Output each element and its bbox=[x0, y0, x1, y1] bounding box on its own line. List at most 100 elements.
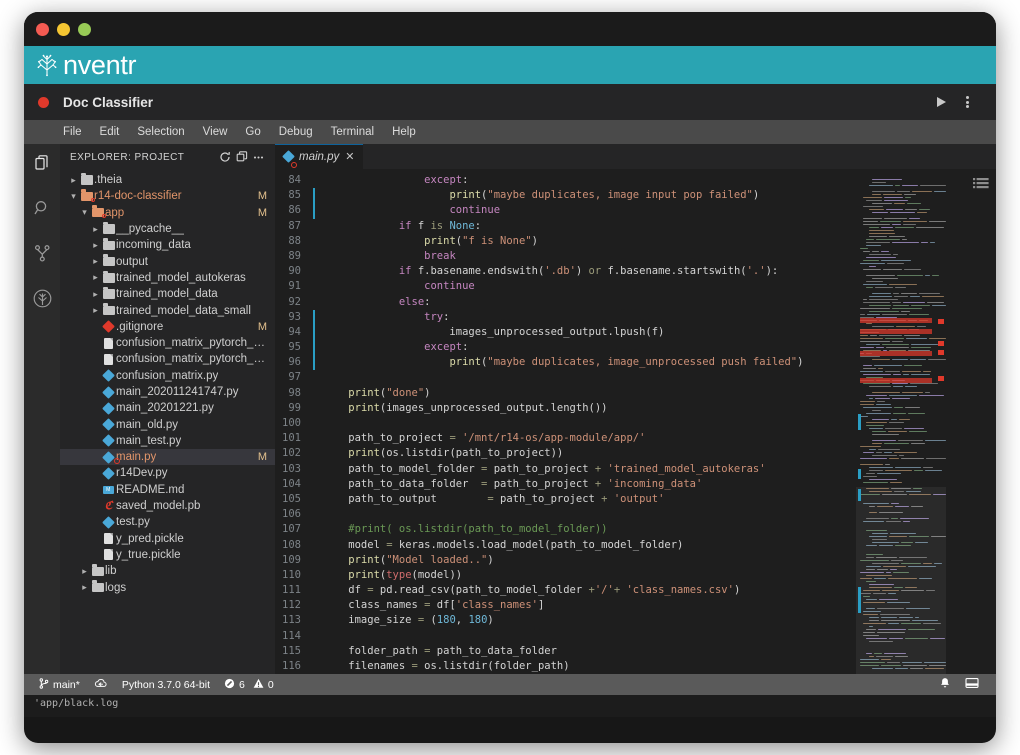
chevron-right-icon[interactable]: ▸ bbox=[79, 583, 90, 592]
chevron-down-icon[interactable]: ▾ bbox=[79, 208, 90, 217]
code-line[interactable]: 100 bbox=[275, 416, 856, 431]
notifications-button[interactable] bbox=[932, 674, 958, 695]
code-line[interactable]: 106 bbox=[275, 507, 856, 522]
tree-item-app[interactable]: ▾ app M bbox=[60, 205, 275, 221]
code-line[interactable]: 103 path_to_model_folder = path_to_proje… bbox=[275, 462, 856, 477]
tree-item-trained-model-data-small[interactable]: ▸ trained_model_data_small bbox=[60, 302, 275, 318]
chevron-right-icon[interactable]: ▸ bbox=[90, 306, 101, 315]
code-line[interactable]: 116 filenames = os.listdir(folder_path) bbox=[275, 659, 856, 674]
tab-main-py[interactable]: main.py ✕ bbox=[275, 144, 363, 169]
tree-item-main-202011241747-py[interactable]: main_202011241747.py bbox=[60, 384, 275, 400]
tree-item-logs[interactable]: ▸ logs bbox=[60, 579, 275, 595]
menu-item-view[interactable]: View bbox=[194, 120, 237, 144]
chevron-right-icon[interactable]: ▸ bbox=[90, 240, 101, 250]
close-window-button[interactable] bbox=[36, 22, 49, 36]
chevron-right-icon[interactable]: ▸ bbox=[90, 257, 101, 266]
status-sync-button[interactable] bbox=[87, 674, 115, 695]
tree-item-main-old-py[interactable]: main_old.py bbox=[60, 416, 275, 432]
menu-item-go[interactable]: Go bbox=[236, 120, 269, 144]
activity-nventr-button[interactable] bbox=[28, 287, 56, 315]
ellipsis-icon[interactable] bbox=[250, 149, 267, 166]
code-line[interactable]: 105 path_to_output = path_to_project + '… bbox=[275, 492, 856, 507]
status-problems[interactable]: 6 0 bbox=[217, 674, 281, 695]
file-tree[interactable]: ▸ .theia ▾ r14-doc-classifier M ▾ app M ▸ __pycac… bbox=[60, 170, 275, 674]
chevron-right-icon[interactable]: ▸ bbox=[90, 273, 101, 282]
run-button[interactable] bbox=[928, 89, 954, 115]
tree-item-test-py[interactable]: test.py bbox=[60, 514, 275, 530]
menu-item-selection[interactable]: Selection bbox=[128, 120, 193, 144]
tree-item-main-20201221-py[interactable]: main_20201221.py bbox=[60, 400, 275, 416]
code-line[interactable]: 87 if f is None: bbox=[275, 219, 856, 234]
tree-item-r14-doc-classifier[interactable]: ▾ r14-doc-classifier M bbox=[60, 188, 275, 204]
terminal-panel[interactable]: 'app/black.log bbox=[24, 695, 996, 717]
code-line[interactable]: 115 folder_path = path_to_data_folder bbox=[275, 644, 856, 659]
code-pane[interactable]: 84 except: 85 print("maybe duplicates, im… bbox=[275, 169, 856, 674]
status-branch[interactable]: main* bbox=[32, 674, 87, 695]
menu-item-debug[interactable]: Debug bbox=[270, 120, 322, 144]
code-line[interactable]: 109 print("Model loaded..") bbox=[275, 553, 856, 568]
code-line[interactable]: 112 class_names = df['class_names'] bbox=[275, 598, 856, 613]
tree-item-confusion-matrix-pytorch-mod[interactable]: confusion_matrix_pytorch_mod… bbox=[60, 335, 275, 351]
maximize-window-button[interactable] bbox=[78, 22, 91, 36]
code-line[interactable]: 90 if f.basename.endswith('.db') or f.ba… bbox=[275, 264, 856, 279]
tree-item-trained-model-autokeras[interactable]: ▸ trained_model_autokeras bbox=[60, 270, 275, 286]
chevron-down-icon[interactable]: ▾ bbox=[68, 191, 79, 201]
tree-item-saved-model-pb[interactable]: ℭsaved_model.pb bbox=[60, 498, 275, 514]
tree-item-pycache[interactable]: ▸ __pycache__ bbox=[60, 221, 275, 237]
tree-item-readme-md[interactable]: M README.md bbox=[60, 482, 275, 498]
code-line[interactable]: 99 print(images_unprocessed_output.lengt… bbox=[275, 401, 856, 416]
code-line[interactable]: 108 model = keras.models.load_model(path… bbox=[275, 538, 856, 553]
chevron-right-icon[interactable]: ▸ bbox=[68, 175, 79, 185]
minimize-window-button[interactable] bbox=[57, 22, 70, 36]
tree-item-r14dev-py[interactable]: r14Dev.py bbox=[60, 465, 275, 481]
tree-item-output[interactable]: ▸ output bbox=[60, 253, 275, 269]
code-line[interactable]: 92 else: bbox=[275, 295, 856, 310]
outline-list-icon[interactable] bbox=[966, 169, 996, 199]
code-line[interactable]: 114 bbox=[275, 629, 856, 644]
code-line[interactable]: 107 #print( os.listdir(path_to_model_fol… bbox=[275, 522, 856, 537]
menu-item-edit[interactable]: Edit bbox=[91, 120, 129, 144]
status-interpreter[interactable]: Python 3.7.0 64-bit bbox=[115, 674, 217, 695]
panel-layout-button[interactable] bbox=[958, 674, 986, 695]
code-line[interactable]: 104 path_to_data_folder = path_to_projec… bbox=[275, 477, 856, 492]
chevron-right-icon[interactable]: ▸ bbox=[79, 566, 90, 576]
code-line[interactable]: 96 print("maybe duplicates, image_unproc… bbox=[275, 355, 856, 371]
code-line[interactable]: 94 images_unprocessed_output.lpush(f) bbox=[275, 324, 856, 341]
tree-item-gitignore[interactable]: .gitignore M bbox=[60, 319, 275, 335]
code-line[interactable]: 88 print("f is None") bbox=[275, 234, 856, 249]
menu-item-help[interactable]: Help bbox=[383, 120, 425, 144]
code-line[interactable]: 89 break bbox=[275, 249, 856, 264]
tree-item-main-py[interactable]: main.py M bbox=[60, 449, 275, 466]
code-line[interactable]: 93 try: bbox=[275, 309, 856, 325]
activity-source-control-button[interactable] bbox=[28, 242, 56, 270]
tree-item-main-test-py[interactable]: main_test.py bbox=[60, 433, 275, 449]
tree-item-y-pred-pickle[interactable]: y_pred.pickle bbox=[60, 531, 275, 547]
chevron-right-icon[interactable]: ▸ bbox=[90, 224, 101, 234]
chevron-right-icon[interactable]: ▸ bbox=[90, 289, 101, 299]
minimap-viewport-slider[interactable] bbox=[856, 487, 946, 674]
code-line[interactable]: 111 df = pd.read_csv(path_to_model_folde… bbox=[275, 583, 856, 598]
close-icon[interactable]: ✕ bbox=[345, 151, 354, 163]
tree-item-theia[interactable]: ▸ .theia bbox=[60, 172, 275, 188]
collapse-all-icon[interactable] bbox=[233, 149, 250, 166]
code-minimap[interactable] bbox=[856, 169, 946, 674]
code-line[interactable]: 102 print(os.listdir(path_to_project)) bbox=[275, 446, 856, 461]
tree-item-confusion-matrix-py[interactable]: confusion_matrix.py bbox=[60, 368, 275, 384]
activity-search-button[interactable] bbox=[28, 197, 56, 225]
more-options-button[interactable] bbox=[954, 89, 980, 115]
refresh-icon[interactable] bbox=[216, 149, 233, 166]
code-line[interactable]: 101 path_to_project = '/mnt/r14-os/app-m… bbox=[275, 431, 856, 446]
code-line[interactable]: 110 print(type(model)) bbox=[275, 568, 856, 583]
tree-item-lib[interactable]: ▸ lib bbox=[60, 563, 275, 579]
code-line[interactable]: 86 continue bbox=[275, 203, 856, 219]
tree-item-trained-model-data[interactable]: ▸ trained_model_data bbox=[60, 286, 275, 302]
menu-item-file[interactable]: File bbox=[54, 120, 91, 144]
tree-item-incoming-data[interactable]: ▸ incoming_data bbox=[60, 237, 275, 253]
code-line[interactable]: 98 print("done") bbox=[275, 386, 856, 401]
tree-item-y-true-pickle[interactable]: y_true.pickle bbox=[60, 547, 275, 563]
tree-item-confusion-matrix-pytorch-mod[interactable]: confusion_matrix_pytorch_mod… bbox=[60, 351, 275, 367]
activity-explorer-button[interactable] bbox=[28, 152, 56, 180]
code-line[interactable]: 85 print("maybe duplicates, image input … bbox=[275, 188, 856, 204]
editor-scrollbar[interactable] bbox=[946, 169, 960, 674]
menu-item-terminal[interactable]: Terminal bbox=[322, 120, 383, 144]
